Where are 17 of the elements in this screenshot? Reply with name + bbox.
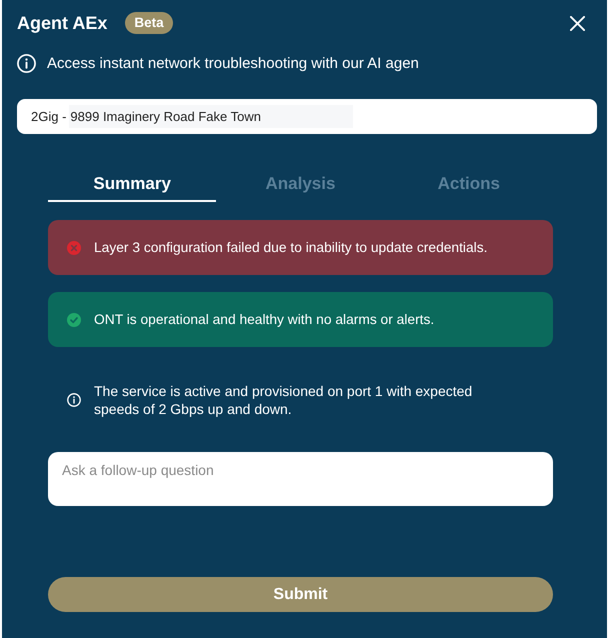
intro-text: Access instant network troubleshooting with our AI agen <box>47 54 419 72</box>
info-icon <box>67 393 81 407</box>
tab[interactable]: Actions <box>384 170 553 202</box>
info-text: The service is active and provisioned on port 1 with expected speeds of 2 Gbps up and down. <box>94 382 474 418</box>
tab[interactable]: Summary <box>48 170 216 202</box>
success-message: ONT is operational and healthy with no alarms or alerts. <box>94 310 434 328</box>
question-field[interactable]: Ask a follow-up question <box>48 452 553 506</box>
error-icon <box>67 240 81 254</box>
close-icon[interactable] <box>570 16 585 30</box>
address-field[interactable]: 2Gig - 9899 Imaginery Road Fake Town <box>17 99 597 134</box>
check-icon <box>67 312 81 326</box>
submit-button[interactable]: Submit <box>48 577 553 612</box>
app-title: Agent AEx <box>17 12 108 34</box>
beta-badge: Beta <box>125 12 173 34</box>
tab[interactable]: Analysis <box>216 170 385 202</box>
error-message: Layer 3 configuration failed due to inability to update credentials. <box>94 238 488 256</box>
info-icon <box>17 54 36 72</box>
